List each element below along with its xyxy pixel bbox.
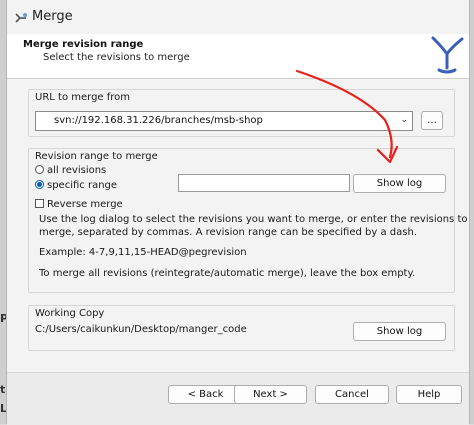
url-value: svn://192.168.31.226/branches/msb-shop	[54, 115, 263, 126]
wizard-footer: < Back Next > Cancel Help	[7, 372, 469, 425]
reverse-merge-checkbox[interactable]: Reverse merge	[35, 199, 123, 210]
working-copy-group: Working Copy C:/Users/caikunkun/Desktop/…	[28, 305, 455, 351]
reverse-merge-label: Reverse merge	[47, 199, 123, 210]
dialog-content: URL to merge from svn://192.168.31.226/b…	[7, 79, 469, 371]
tortoisesvn-merge-icon	[15, 13, 27, 23]
all-revisions-radio[interactable]: all revisions	[35, 165, 106, 176]
example-text: Example: 4-7,9,11,15-HEAD@pegrevision	[39, 247, 247, 258]
chevron-down-icon[interactable]: ⌄	[400, 115, 408, 125]
window-title: Merge	[32, 9, 73, 24]
help-text-line2: merge, separated by commas. A revision r…	[39, 227, 417, 238]
radio-selected-icon	[35, 180, 44, 189]
url-group-label: URL to merge from	[35, 92, 131, 103]
next-button[interactable]: Next >	[234, 385, 307, 404]
all-revisions-label: all revisions	[47, 165, 107, 176]
working-copy-show-log-button[interactable]: Show log	[353, 322, 446, 341]
checkbox-icon	[35, 199, 44, 208]
back-button[interactable]: < Back	[168, 385, 243, 404]
help-text-line1: Use the log dialog to select the revisio…	[39, 214, 468, 225]
title-bar[interactable]: Merge	[7, 0, 469, 34]
browse-button[interactable]: ...	[421, 111, 443, 130]
specific-range-label: specific range	[47, 180, 118, 191]
page-subtitle: Select the revisions to merge	[43, 52, 190, 63]
background-text-fragment: t	[0, 383, 6, 396]
url-group: URL to merge from svn://192.168.31.226/b…	[28, 89, 455, 137]
working-copy-path: C:/Users/caikunkun/Desktop/manger_code	[35, 324, 247, 335]
url-combobox[interactable]: svn://192.168.31.226/branches/msb-shop ⌄	[35, 111, 413, 131]
revision-range-input[interactable]	[178, 174, 350, 192]
revision-range-group: Revision range to merge all revisions sp…	[28, 148, 468, 293]
cancel-button[interactable]: Cancel	[315, 385, 389, 404]
note-text: To merge all revisions (reintegrate/auto…	[39, 268, 416, 279]
wizard-header: Merge revision range Select the revision…	[7, 34, 469, 79]
show-log-button[interactable]: Show log	[353, 174, 446, 193]
merge-logo-icon	[431, 36, 464, 74]
radio-icon	[35, 165, 44, 174]
merge-dialog: Merge Merge revision range Select the re…	[6, 0, 470, 425]
specific-range-radio[interactable]: specific range	[35, 180, 117, 191]
revision-group-label: Revision range to merge	[35, 151, 158, 162]
help-button[interactable]: Help	[396, 385, 462, 404]
working-copy-label: Working Copy	[35, 308, 105, 319]
page-title: Merge revision range	[23, 39, 144, 50]
